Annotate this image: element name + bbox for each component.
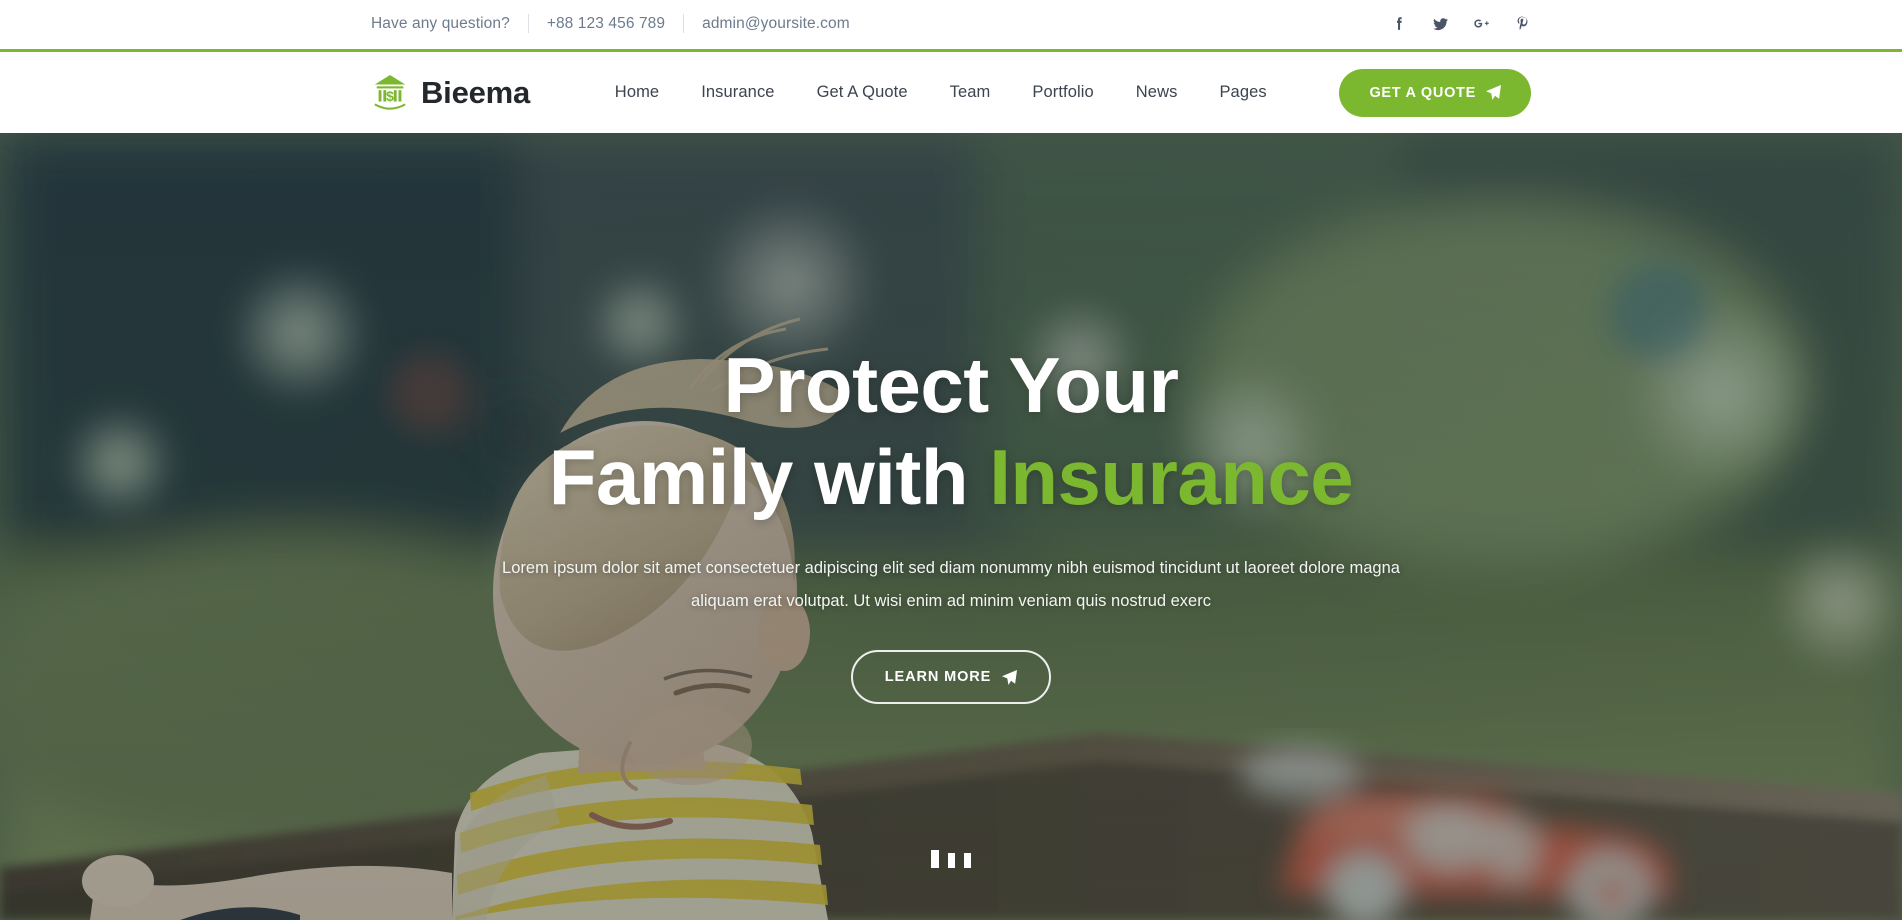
learn-more-button[interactable]: LEARN MORE <box>850 650 1052 704</box>
nav-item-pages[interactable]: Pages <box>1198 83 1287 102</box>
social-links <box>1391 14 1531 33</box>
topbar-question-label: Have any question? <box>371 14 510 32</box>
nav-item-news[interactable]: News <box>1115 83 1199 102</box>
nav-item-insurance[interactable]: Insurance <box>680 83 795 102</box>
nav-item-portfolio[interactable]: Portfolio <box>1011 83 1114 102</box>
hero-title-line-1: Protect Your <box>723 341 1179 429</box>
slider-pagination <box>0 850 1902 868</box>
brand-logo[interactable]: $ Bieema <box>371 73 530 113</box>
get-a-quote-button[interactable]: GET A QUOTE <box>1339 68 1531 117</box>
slider-dot-2[interactable] <box>948 853 955 868</box>
learn-more-label: LEARN MORE <box>884 669 992 685</box>
slider-dot-3[interactable] <box>964 853 971 868</box>
topbar-inner: Have any question? +88 123 456 789 admin… <box>371 14 1531 35</box>
main-navigation: Home Insurance Get A Quote Team Portfoli… <box>594 83 1288 102</box>
hero-title-line-2: Family with Insurance <box>371 438 1531 516</box>
hero-title: Protect Your Family with Insurance <box>371 346 1531 516</box>
topbar: Have any question? +88 123 456 789 admin… <box>0 0 1902 52</box>
header-inner: $ Bieema Home Insurance Get A Quote Team… <box>371 68 1531 117</box>
pinterest-icon[interactable] <box>1514 14 1531 33</box>
slider-dot-1[interactable] <box>931 850 939 868</box>
hero-content: Protect Your Family with Insurance Lorem… <box>371 133 1531 704</box>
nav-item-home[interactable]: Home <box>594 83 680 102</box>
twitter-icon[interactable] <box>1432 14 1449 33</box>
hero-paragraph: Lorem ipsum dolor sit amet consectetuer … <box>502 559 1400 610</box>
hero-title-line-2-plain: Family with <box>548 433 990 521</box>
topbar-phone-link[interactable]: +88 123 456 789 <box>529 15 683 33</box>
brand-name: Bieema <box>421 74 531 110</box>
bank-building-icon: $ <box>371 73 409 113</box>
topbar-email-link[interactable]: admin@yoursite.com <box>684 15 868 33</box>
facebook-icon[interactable] <box>1391 14 1408 33</box>
nav-item-get-a-quote[interactable]: Get A Quote <box>796 83 929 102</box>
svg-text:$: $ <box>386 89 394 105</box>
paper-plane-icon <box>1485 85 1501 100</box>
nav-item-team[interactable]: Team <box>929 83 1012 102</box>
site-header: $ Bieema Home Insurance Get A Quote Team… <box>0 52 1902 133</box>
hero-slider: Protect Your Family with Insurance Lorem… <box>0 133 1902 920</box>
google-plus-icon[interactable] <box>1473 14 1490 33</box>
get-a-quote-label: GET A QUOTE <box>1369 84 1476 101</box>
topbar-contact-info: Have any question? +88 123 456 789 admin… <box>371 14 868 33</box>
hero-title-accent: Insurance <box>989 433 1354 521</box>
paper-plane-icon <box>1002 669 1018 685</box>
